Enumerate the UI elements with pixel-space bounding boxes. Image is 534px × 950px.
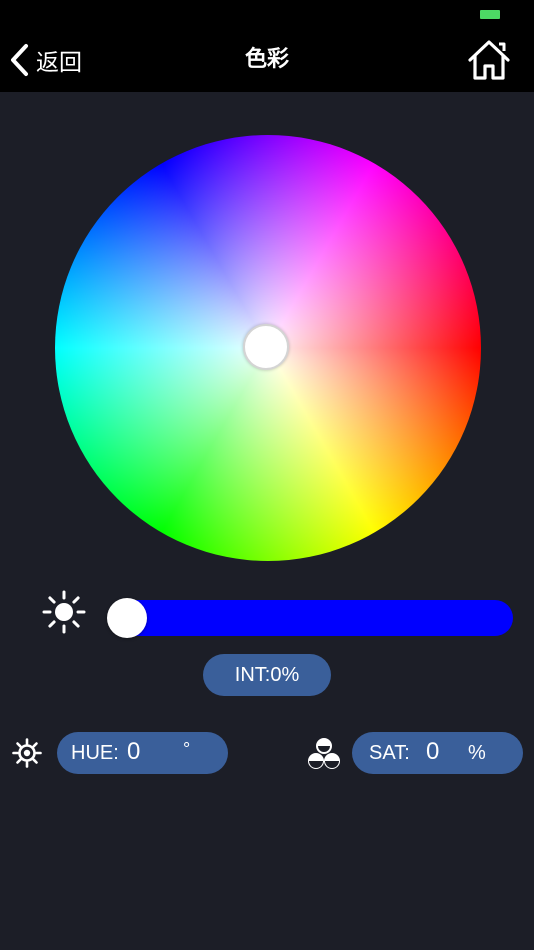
intensity-readout: INT:0% — [203, 654, 331, 696]
back-button[interactable]: 返回 — [8, 40, 82, 80]
hue-unit: ° — [183, 739, 191, 759]
chevron-left-icon — [11, 44, 28, 76]
home-icon — [468, 40, 510, 80]
saturation-unit: % — [468, 742, 486, 764]
hue-field[interactable]: HUE: ° — [57, 732, 228, 774]
three-circles-icon — [308, 738, 340, 769]
brightness-slider[interactable] — [108, 600, 513, 636]
saturation-label: SAT: — [369, 742, 410, 764]
brightness-slider-thumb[interactable] — [107, 598, 147, 638]
home-button[interactable] — [466, 38, 512, 82]
top-bar: 返回 色彩 — [0, 0, 534, 92]
color-wheel-handle[interactable] — [243, 324, 289, 370]
sun-icon — [42, 590, 86, 634]
saturation-input[interactable] — [426, 732, 466, 772]
color-screen: 返回 色彩 INT:0% HUE: 0 ° SAT: 0 % — [0, 0, 534, 950]
back-label: 返回 — [36, 50, 82, 76]
hue-input[interactable] — [127, 732, 167, 772]
gear-sun-icon — [12, 738, 42, 768]
hue-label: HUE: — [71, 742, 119, 764]
saturation-field[interactable]: SAT: % — [352, 732, 523, 774]
battery-indicator — [480, 10, 500, 19]
